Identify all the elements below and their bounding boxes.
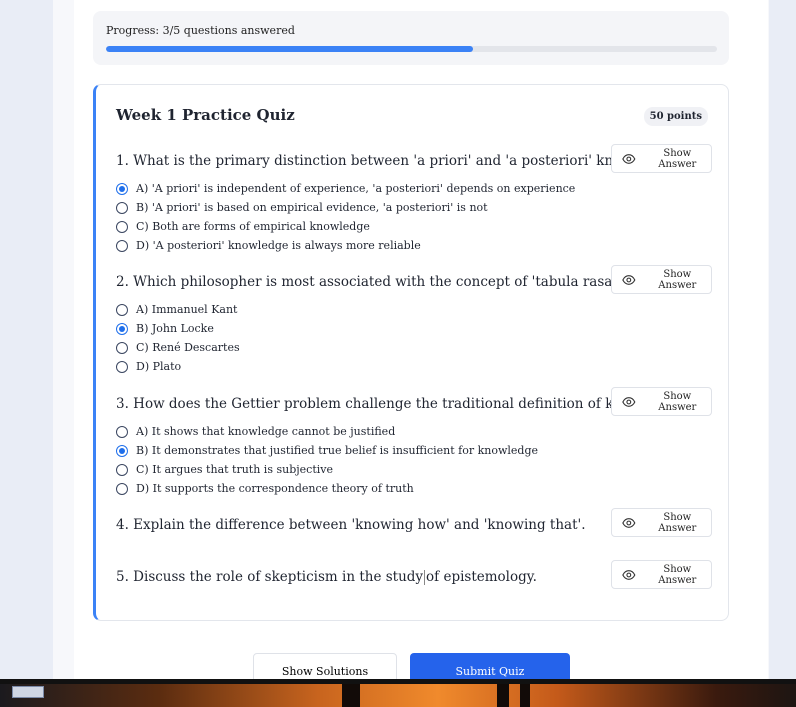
question-text: 2. Which philosopher is most associated … [116, 274, 624, 290]
option-label: A) It shows that knowledge cannot be jus… [136, 425, 396, 438]
silhouette-shape [520, 684, 530, 707]
show-answer-button[interactable]: Show Answer [611, 265, 712, 294]
question-text: 1. What is the primary distinction betwe… [116, 153, 678, 169]
show-answer-label: Show Answer [658, 268, 697, 291]
option-label: C) Both are forms of empirical knowledge [136, 220, 370, 233]
option-c[interactable]: C) René Descartes [116, 338, 240, 357]
show-answer-label: Show Answer [658, 563, 697, 586]
option-a[interactable]: A) It shows that knowledge cannot be jus… [116, 422, 538, 441]
option-label: B) John Locke [136, 322, 214, 335]
desktop-taskbar [0, 679, 796, 707]
app-window-icon[interactable] [12, 686, 44, 698]
question-text: 5. Discuss the role of skepticism in the… [116, 569, 537, 585]
option-label: B) 'A priori' is based on empirical evid… [136, 201, 488, 214]
question-text-part: of epistemology. [426, 569, 537, 585]
show-answer-label: Show Answer [658, 147, 697, 170]
question-text: 3. How does the Gettier problem challeng… [116, 396, 687, 412]
quiz-card: Week 1 Practice Quiz 50 points 1. What i… [93, 84, 729, 621]
radio-button[interactable] [116, 360, 128, 373]
eye-icon [622, 569, 636, 580]
option-label: A) Immanuel Kant [136, 303, 238, 316]
radio-button[interactable] [116, 201, 128, 214]
radio-button[interactable] [116, 322, 128, 335]
quiz-title: Week 1 Practice Quiz [116, 106, 295, 124]
silhouette-shape [497, 684, 509, 707]
silhouette-shape [342, 684, 360, 707]
radio-button[interactable] [116, 220, 128, 233]
radio-button[interactable] [116, 425, 128, 438]
option-d[interactable]: D) Plato [116, 357, 240, 376]
options-list: A) It shows that knowledge cannot be jus… [116, 422, 538, 498]
option-c[interactable]: C) Both are forms of empirical knowledge [116, 217, 575, 236]
option-b[interactable]: B) It demonstrates that justified true b… [116, 441, 538, 460]
option-b[interactable]: B) John Locke [116, 319, 240, 338]
option-label: C) René Descartes [136, 341, 240, 354]
radio-button[interactable] [116, 463, 128, 476]
option-label: D) Plato [136, 360, 182, 373]
radio-button[interactable] [116, 303, 128, 316]
eye-icon [622, 517, 636, 528]
show-answer-label: Show Answer [658, 390, 697, 413]
progress-bar-fill [106, 46, 473, 52]
option-a[interactable]: A) 'A priori' is independent of experien… [116, 179, 575, 198]
eye-icon [622, 274, 636, 285]
option-d[interactable]: D) It supports the correspondence theory… [116, 479, 538, 498]
option-c[interactable]: C) It argues that truth is subjective [116, 460, 538, 479]
radio-button[interactable] [116, 341, 128, 354]
points-badge: 50 points [643, 107, 708, 126]
options-list: A) Immanuel Kant B) John Locke C) René D… [116, 300, 240, 376]
show-answer-label: Show Answer [658, 511, 697, 534]
progress-label: Progress: 3/5 questions answered [106, 24, 295, 37]
show-answer-button[interactable]: Show Answer [611, 508, 712, 537]
eye-icon [622, 153, 636, 164]
option-a[interactable]: A) Immanuel Kant [116, 300, 240, 319]
options-list: A) 'A priori' is independent of experien… [116, 179, 575, 255]
option-d[interactable]: D) 'A posteriori' knowledge is always mo… [116, 236, 575, 255]
question-text: 4. Explain the difference between 'knowi… [116, 517, 586, 533]
option-label: D) 'A posteriori' knowledge is always mo… [136, 239, 421, 252]
question-text-part: 5. Discuss the role of skepticism in the… [116, 569, 424, 585]
eye-icon [622, 396, 636, 407]
show-answer-button[interactable]: Show Answer [611, 560, 712, 589]
progress-panel: Progress: 3/5 questions answered [93, 11, 729, 65]
radio-button[interactable] [116, 444, 128, 457]
text-cursor [424, 570, 426, 585]
option-b[interactable]: B) 'A priori' is based on empirical evid… [116, 198, 575, 217]
option-label: A) 'A priori' is independent of experien… [136, 182, 576, 195]
option-label: C) It argues that truth is subjective [136, 463, 333, 476]
option-label: B) It demonstrates that justified true b… [136, 444, 539, 457]
radio-button[interactable] [116, 182, 128, 195]
radio-button[interactable] [116, 239, 128, 252]
radio-button[interactable] [116, 482, 128, 495]
show-answer-button[interactable]: Show Answer [611, 387, 712, 416]
option-label: D) It supports the correspondence theory… [136, 482, 414, 495]
progress-bar [106, 46, 717, 52]
show-answer-button[interactable]: Show Answer [611, 144, 712, 173]
